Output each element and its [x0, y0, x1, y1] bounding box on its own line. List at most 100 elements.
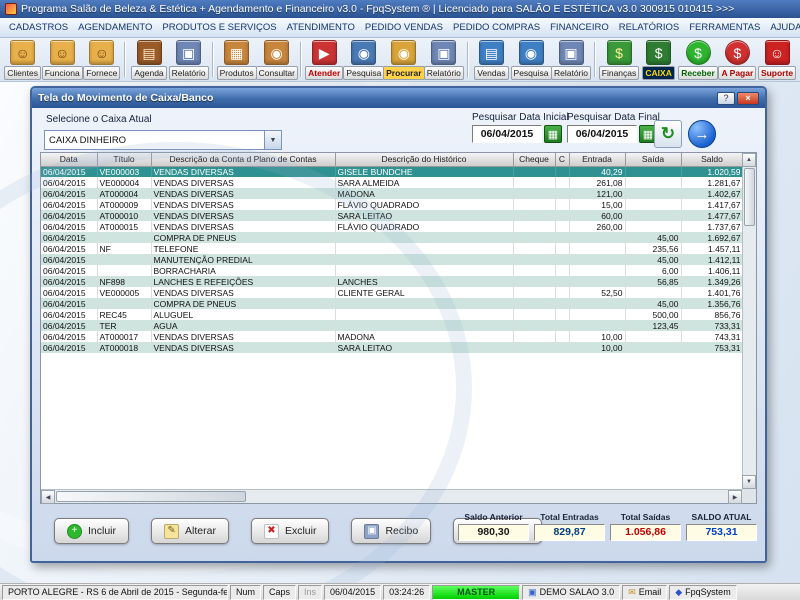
cell — [513, 199, 556, 210]
table-row[interactable]: 06/04/2015 TER AGUA 123,45 733,31 — [41, 320, 742, 331]
toolbar-button-suporte[interactable]: ☺ Suporte — [757, 40, 797, 80]
table-row[interactable]: 06/04/2015 NF898 LANCHES E REFEIÇÕES LANCHE… — [41, 276, 742, 287]
toolbar-button-atender[interactable]: ▶ Atender — [305, 40, 344, 80]
toolbar-label: Finanças — [598, 66, 640, 80]
scroll-up-icon[interactable]: ▲ — [742, 153, 756, 167]
table-row[interactable]: 06/04/2015 AT000010 VENDAS DIVERSAS SARA LE… — [41, 210, 742, 221]
toolbar-button-produtos[interactable]: ▦ Produtos — [216, 40, 257, 80]
scroll-right-icon[interactable]: ▶ — [728, 490, 742, 504]
table-row[interactable]: 06/04/2015 MANUTENÇÃO PREDIAL 45,00 1.412,1… — [41, 254, 742, 265]
menu-pedido-compras[interactable]: PEDIDO COMPRAS — [448, 19, 545, 36]
menu-relatorios[interactable]: RELATÓRIOS — [614, 19, 685, 36]
toolbar-button-relatorio[interactable]: ▣ Relatório — [168, 40, 209, 80]
vertical-scrollbar[interactable]: ▲ ▼ — [742, 153, 756, 489]
column-header-c[interactable]: C — [555, 153, 570, 167]
cell: GISELE BUNDCHE — [335, 166, 514, 177]
column-header-saida[interactable]: Saída — [625, 153, 682, 167]
toolbar-button-financas[interactable]: $ Finanças — [598, 40, 640, 80]
table-row[interactable]: 06/04/2015 AT000004 VENDAS DIVERSAS MADONA 1… — [41, 188, 742, 199]
caixa-selected-value: CAIXA DINHEIRO — [49, 134, 127, 146]
toolbar: ☺ Clientes ☺ Funciona ☺ Fornece ▤ Agenda ▣ Relató… — [0, 38, 800, 82]
dialog-titlebar[interactable]: Tela do Movimento de Caixa/Banco ? × — [32, 88, 765, 108]
summary-value: 829,87 — [534, 524, 605, 541]
status-text: Caps — [269, 587, 291, 597]
column-header-data[interactable]: Data — [41, 153, 98, 167]
chevron-down-icon[interactable]: ▼ — [264, 131, 281, 149]
products-icon: ▦ — [224, 40, 250, 65]
table-row[interactable]: 06/04/2015 BORRACHARIA 6,00 1.406,11 — [41, 265, 742, 276]
summary-saldo-anterior: Saldo Anterior 980,30 — [458, 512, 529, 541]
table-row[interactable]: 06/04/2015 AT000017 VENDAS DIVERSAS MADONA 1… — [41, 331, 742, 342]
toolbar-button-procurar[interactable]: ◉ Procurar — [383, 40, 425, 80]
toolbar-button-relatorio[interactable]: ▣ Relatório — [423, 40, 464, 80]
toolbar-button-caixa[interactable]: $ CAIXA — [639, 40, 678, 80]
excluir-button[interactable]: ✖ Excluir — [250, 518, 330, 544]
toolbar-button-agenda[interactable]: ▤ Agenda — [129, 40, 168, 80]
toolbar-button-fornece[interactable]: ☺ Fornece — [82, 40, 121, 80]
horizontal-scrollbar[interactable]: ◀ ▶ — [41, 489, 742, 504]
alterar-button[interactable]: ✎ Alterar — [151, 518, 229, 544]
column-header-saldo[interactable]: Saldo — [681, 153, 742, 167]
recibo-button[interactable]: ▣ Recibo — [351, 518, 432, 544]
table-row[interactable]: 06/04/2015 VE000005 VENDAS DIVERSAS CLIENTE… — [41, 287, 742, 298]
incluir-button[interactable]: + Incluir — [54, 518, 130, 544]
toolbar-button-clientes[interactable]: ☺ Clientes — [3, 40, 42, 80]
scroll-left-icon[interactable]: ◀ — [41, 490, 55, 504]
date-end-label: Pesquisar Data Final — [567, 112, 660, 123]
menu-ajuda[interactable]: AJUDA — [765, 19, 800, 36]
date-start-input[interactable]: 06/04/2015 — [472, 125, 542, 143]
menu-financeiro[interactable]: FINANCEIRO — [545, 19, 614, 36]
cell: ALUGUEL — [151, 309, 336, 320]
menu-atendimento[interactable]: ATENDIMENTO — [282, 19, 360, 36]
toolbar-label: CAIXA — [642, 66, 675, 80]
vscroll-thumb[interactable] — [744, 168, 755, 226]
go-arrow-icon[interactable]: → — [688, 120, 716, 148]
column-header-descricao-da-conta-d-plano-de-contas[interactable]: Descrição da Conta d Plano de Contas — [151, 153, 336, 167]
cell: 733,31 — [681, 320, 742, 331]
table-row[interactable]: 06/04/2015 NF TELEFONE 235,56 1.457,11 — [41, 243, 742, 254]
menu-cadastros[interactable]: CADASTROS — [4, 19, 73, 36]
toolbar-button-relatorio[interactable]: ▣ Relatório — [551, 40, 592, 80]
toolbar-button-pesquisa[interactable]: ◉ Pesquisa — [510, 40, 552, 80]
calendar-icon[interactable]: ▦ — [544, 125, 562, 143]
toolbar-button-receber[interactable]: $ Receber — [678, 40, 718, 80]
date-end-input[interactable]: 06/04/2015 — [567, 125, 637, 143]
help-button[interactable]: ? — [717, 91, 735, 105]
cell — [97, 298, 152, 309]
table-row[interactable]: 06/04/2015 REC45 ALUGUEL 500,00 856,76 — [41, 309, 742, 320]
close-icon[interactable]: × — [737, 91, 759, 105]
cell — [569, 276, 626, 287]
menu-agendamento[interactable]: AGENDAMENTO — [73, 19, 157, 36]
hscroll-thumb[interactable] — [56, 491, 246, 502]
toolbar-button-vendas[interactable]: ▤ Vendas — [472, 40, 511, 80]
table-row[interactable]: 06/04/2015 VE000004 VENDAS DIVERSAS SARA AL… — [41, 177, 742, 188]
column-header-descricao-do-historico[interactable]: Descrição do Histórico — [335, 153, 514, 167]
toolbar-button-pesquisa[interactable]: ◉ Pesquisa — [343, 40, 385, 80]
cell: 121,00 — [569, 188, 626, 199]
table-row[interactable]: 06/04/2015 COMPRA DE PNEUS 45,00 1.356,76 — [41, 298, 742, 309]
menu-pedido-vendas[interactable]: PEDIDO VENDAS — [360, 19, 448, 36]
toolbar-button-consultar[interactable]: ◉ Consultar — [255, 40, 298, 80]
toolbar-button-funciona[interactable]: ☺ Funciona — [41, 40, 83, 80]
status-demo-salao-3-0: ▣ DEMO SALAO 3.0 — [522, 584, 621, 600]
caixa-select[interactable]: CAIXA DINHEIRO ▼ — [44, 130, 282, 150]
menu-produtos-e-servicos[interactable]: PRODUTOS E SERVIÇOS — [157, 19, 281, 36]
column-header-cheque[interactable]: Cheque — [513, 153, 556, 167]
menu-ferramentas[interactable]: FERRAMENTAS — [684, 19, 765, 36]
table-body: 06/04/2015 VE000003 VENDAS DIVERSAS GISELE … — [41, 166, 742, 353]
table-row[interactable]: 06/04/2015 VE000003 VENDAS DIVERSAS GISELE … — [41, 166, 742, 177]
table-row[interactable]: 06/04/2015 COMPRA DE PNEUS 45,00 1.692,67 — [41, 232, 742, 243]
scroll-corner — [742, 489, 756, 503]
column-header-entrada[interactable]: Entrada — [569, 153, 626, 167]
toolbar-button-a-pagar[interactable]: $ A Pagar — [718, 40, 757, 80]
column-header-titulo[interactable]: Título — [97, 153, 152, 167]
table-row[interactable]: 06/04/2015 AT000009 VENDAS DIVERSAS FLÁVIO … — [41, 199, 742, 210]
computer-icon: ▣ — [528, 586, 537, 597]
attend-icon: ▶ — [311, 40, 337, 65]
cell — [569, 232, 626, 243]
table-row[interactable]: 06/04/2015 AT000018 VENDAS DIVERSAS SARA LE… — [41, 342, 742, 353]
cell: 06/04/2015 — [41, 309, 98, 320]
scroll-down-icon[interactable]: ▼ — [742, 475, 756, 489]
refresh-icon[interactable]: ↻ — [654, 120, 682, 148]
table-row[interactable]: 06/04/2015 AT000015 VENDAS DIVERSAS FLÁVIO … — [41, 221, 742, 232]
